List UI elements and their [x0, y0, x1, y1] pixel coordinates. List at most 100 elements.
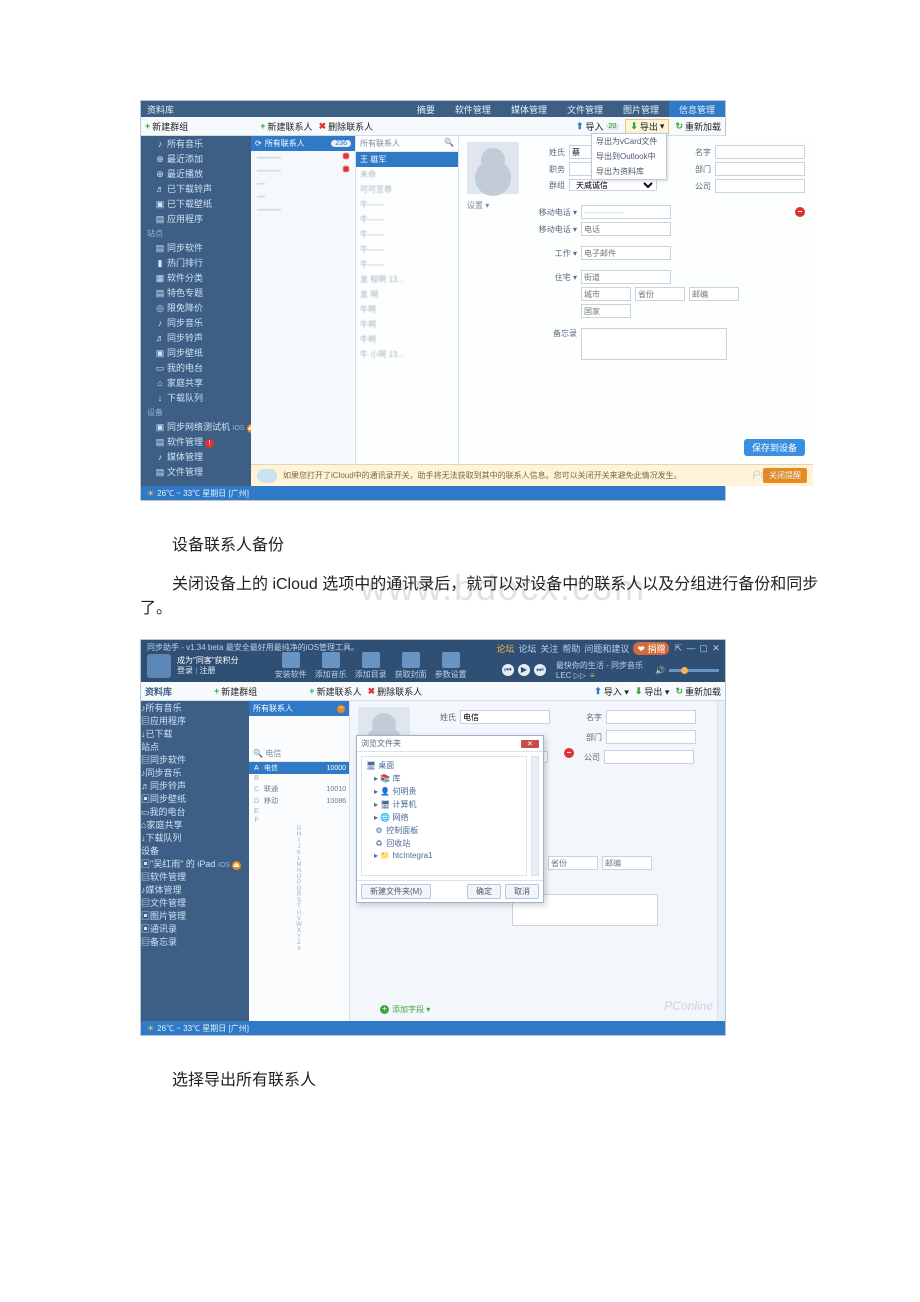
scrollbar[interactable]: [717, 701, 725, 1021]
contact-row[interactable]: 王 雄军: [356, 152, 458, 167]
work-input[interactable]: [581, 246, 671, 260]
sidebar-item[interactable]: ♬同步铃声: [141, 779, 249, 792]
contact-row[interactable]: 发 啊: [356, 287, 458, 302]
export-vcard-item[interactable]: 导出为vCard文件: [592, 134, 666, 149]
link-forum-text[interactable]: 论坛: [518, 642, 536, 655]
work-label[interactable]: 工作 ▾: [529, 248, 577, 259]
sidebar-item[interactable]: ▣同步壁纸: [141, 792, 249, 805]
tree-item[interactable]: ♻ 回收站: [364, 837, 524, 850]
company-input[interactable]: [715, 179, 805, 193]
add-field-button[interactable]: + 添加字段 ▾: [380, 1004, 430, 1015]
contact-row[interactable]: 牛——: [356, 197, 458, 212]
sidebar-item[interactable]: ♪媒体管理: [141, 449, 251, 464]
tab-info-manage[interactable]: 信息管理: [669, 101, 725, 117]
group-row[interactable]: —: [251, 190, 355, 203]
sidebar-item[interactable]: ▮热门排行: [141, 255, 251, 270]
carrier-row[interactable]: B: [249, 774, 349, 783]
sidebar-item[interactable]: ▤软件管理!: [141, 434, 251, 449]
avatar[interactable]: [467, 142, 519, 194]
sidebar-item[interactable]: ▣通讯录: [141, 922, 249, 935]
zip-input[interactable]: [602, 856, 652, 870]
contact-row[interactable]: 牛 小啊 13...: [356, 347, 458, 362]
sidebar-item[interactable]: ▤文件管理: [141, 464, 251, 479]
tab-pictures[interactable]: 图片管理: [613, 101, 669, 117]
delete-contact-button[interactable]: ✖ 删除联系人: [368, 685, 423, 698]
donate-pill[interactable]: ❤ 捐赠: [633, 642, 669, 655]
link-help[interactable]: 帮助: [562, 642, 580, 655]
home-label[interactable]: 住宅 ▾: [529, 272, 577, 283]
sidebar-item[interactable]: ♬同步铃声: [141, 330, 251, 345]
group-row[interactable]: ———: [251, 164, 355, 177]
tree-item[interactable]: ▸ 🖥 计算机: [364, 798, 524, 811]
mobile1-label[interactable]: 移动电话 ▾: [529, 207, 577, 218]
save-to-device-button[interactable]: 保存到设备: [744, 439, 805, 456]
tab-software[interactable]: 软件管理: [445, 101, 501, 117]
sidebar-item[interactable]: ▣"吴红雨" 的 iPad IOS⏏: [141, 857, 249, 870]
link-follow[interactable]: 关注: [540, 642, 558, 655]
tab-summary[interactable]: 摘要: [407, 101, 445, 117]
group-row[interactable]: —: [251, 177, 355, 190]
eject-icon[interactable]: ⏏: [232, 861, 241, 870]
volume-slider[interactable]: [669, 669, 719, 672]
reload-button[interactable]: ↻ 重新加载: [675, 120, 721, 133]
street-input[interactable]: [581, 270, 671, 284]
group-header[interactable]: ⟳ 所有联系人 236: [251, 136, 355, 151]
contact-row[interactable]: 牛——: [356, 212, 458, 227]
city-input[interactable]: [581, 287, 631, 301]
mobile1-input[interactable]: [581, 205, 671, 219]
ok-button[interactable]: 确定: [467, 884, 501, 899]
remove-group-icon[interactable]: −: [337, 705, 345, 713]
group-row[interactable]: ———: [251, 151, 355, 164]
header-tab[interactable]: 参数设置: [435, 652, 467, 680]
mobile2-input[interactable]: [581, 222, 671, 236]
sidebar-item[interactable]: ▣图片管理: [141, 909, 249, 922]
carrier-row[interactable]: A电信10000: [249, 762, 349, 774]
sidebar-item[interactable]: ⊕最近播放: [141, 166, 251, 181]
sidebar-item[interactable]: ▤特色专题: [141, 285, 251, 300]
contact-row[interactable]: 牛啊: [356, 302, 458, 317]
tab-files[interactable]: 文件管理: [557, 101, 613, 117]
contact-row[interactable]: 牛啊: [356, 317, 458, 332]
contact-row[interactable]: 未命: [356, 167, 458, 182]
prev-button[interactable]: ⏮: [502, 664, 514, 676]
sidebar-item[interactable]: ▣同步网络测试机 IOS⏏: [141, 419, 251, 434]
sidebar-item[interactable]: ⌂家庭共享: [141, 818, 249, 831]
group-row[interactable]: ———: [251, 203, 355, 216]
sidebar-item[interactable]: ♬已下载铃声: [141, 181, 251, 196]
next-button[interactable]: ⏭: [534, 664, 546, 676]
country-input[interactable]: [581, 304, 631, 318]
province-input[interactable]: [548, 856, 598, 870]
search-icon[interactable]: 🔍: [444, 138, 454, 149]
sidebar-item[interactable]: ♪同步音乐: [141, 766, 249, 779]
login-link[interactable]: 登录: [177, 666, 193, 675]
remove-row-icon[interactable]: −: [795, 207, 805, 217]
export-button[interactable]: ⬇ 导出 ▾: [625, 119, 669, 134]
export-lib-item[interactable]: 导出为资料库: [592, 164, 666, 179]
close-warning-button[interactable]: 关闭提醒: [763, 468, 807, 483]
province-input[interactable]: [635, 287, 685, 301]
new-group-button[interactable]: + 新建群组: [214, 685, 257, 698]
contact-row[interactable]: 牛啊: [356, 332, 458, 347]
lastname-input[interactable]: [460, 710, 550, 724]
sidebar-item[interactable]: ♪媒体管理: [141, 883, 249, 896]
zip-input[interactable]: [689, 287, 739, 301]
dept-input[interactable]: [715, 162, 805, 176]
sidebar-item[interactable]: ▤应用程序: [141, 714, 249, 727]
play-button[interactable]: ▶: [518, 664, 530, 676]
cancel-button[interactable]: 取消: [505, 884, 539, 899]
pin-icon[interactable]: ⇱: [673, 643, 683, 654]
remove-row-icon[interactable]: −: [564, 748, 574, 758]
sidebar-item[interactable]: ▤软件管理: [141, 870, 249, 883]
sidebar-item[interactable]: ♪所有音乐: [141, 701, 249, 714]
dialog-close-button[interactable]: ✕: [521, 740, 539, 748]
firstname-input[interactable]: [715, 145, 805, 159]
alpha-index[interactable]: GHIJKLMNOPQRSTUVWXYZ#: [249, 825, 349, 953]
volume-icon[interactable]: 🔊: [655, 666, 665, 675]
sidebar-item[interactable]: ▤同步软件: [141, 753, 249, 766]
contact-row[interactable]: 牛——: [356, 257, 458, 272]
header-tab[interactable]: 添加音乐: [315, 652, 347, 680]
memo-textarea[interactable]: [581, 328, 727, 360]
tree-item[interactable]: ▸ 📚 库: [364, 772, 524, 785]
close-icon[interactable]: ✕: [711, 643, 721, 654]
tree-item[interactable]: ▸ 📁 htcIntegra1: [364, 850, 524, 861]
